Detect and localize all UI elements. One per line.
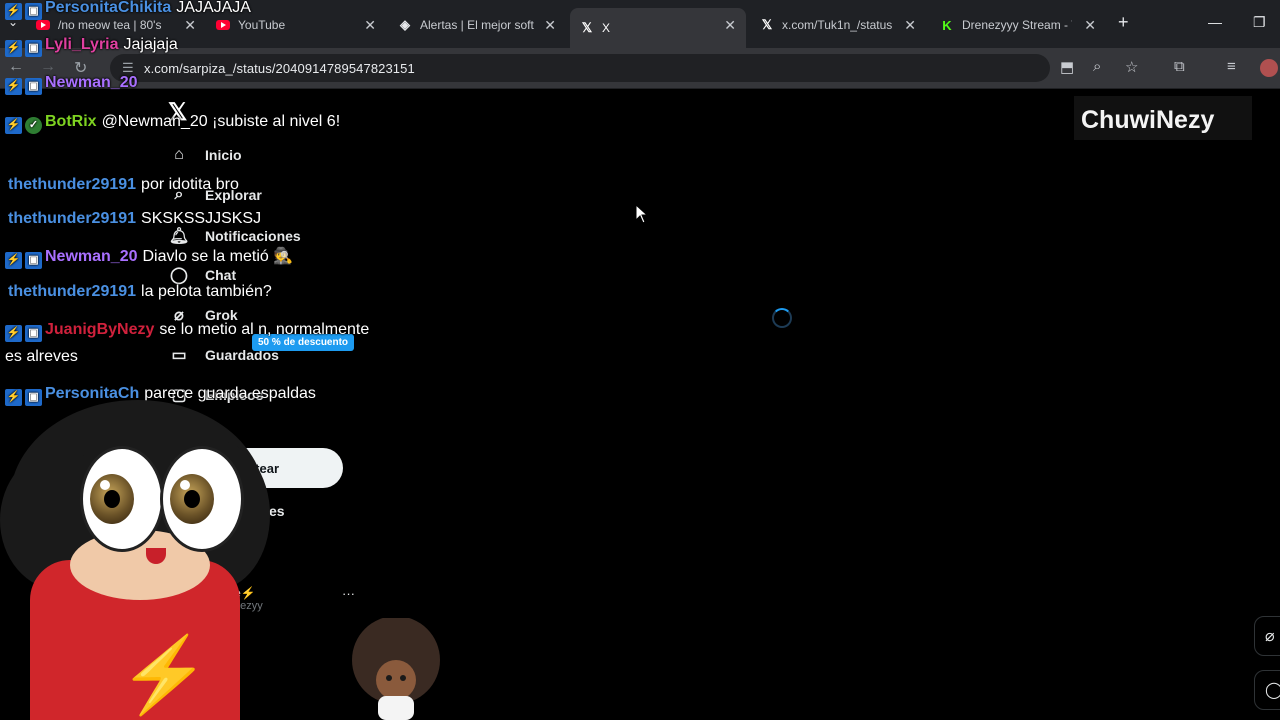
chat-message: thethunder29191 la pelota también?: [8, 283, 272, 300]
sub-badge-icon: ▣: [25, 40, 42, 57]
new-tab-button[interactable]: +: [1118, 12, 1129, 33]
tab-alertas[interactable]: ◈ Alertas | El mejor soft ✕: [398, 10, 556, 40]
zoom-icon[interactable]: ⌕: [1093, 58, 1101, 75]
mouse-cursor-icon: [635, 204, 649, 224]
alert-diamond-icon: ◈: [400, 17, 410, 32]
profile-avatar[interactable]: [1260, 59, 1278, 77]
chat-message: ⚡ ▣ JuanigByNezy se lo metio al n, normalme…: [5, 321, 370, 365]
sub-badge-icon: ▣: [25, 3, 42, 20]
prime-badge-icon: ⚡: [5, 117, 22, 134]
close-icon[interactable]: ✕: [724, 17, 736, 34]
verified-badge-icon: ✓: [25, 117, 42, 134]
x-logo-icon: 𝕏: [761, 17, 773, 32]
chat-message: ⚡ ✓ BotRix @Newman_20 ¡subiste al nivel 6!: [5, 108, 375, 135]
tab-x-status[interactable]: 𝕏 x.com/Tuk1n_/status ✕: [760, 10, 916, 40]
bookmark-star-icon[interactable]: ☆: [1125, 58, 1138, 76]
close-icon[interactable]: ✕: [904, 17, 916, 34]
account-menu-icon[interactable]: ···: [342, 586, 355, 601]
mini-avatar: [352, 618, 440, 720]
close-icon[interactable]: ✕: [544, 17, 556, 34]
loading-spinner-icon: [772, 308, 792, 328]
sub-badge-icon: ▣: [25, 78, 42, 95]
x-logo-icon: 𝕏: [581, 20, 593, 35]
grok-icon: ⌀: [1265, 628, 1275, 645]
media-control-icon[interactable]: ≡: [1227, 58, 1236, 75]
sub-badge-icon: ▣: [25, 389, 42, 406]
close-icon[interactable]: ✕: [1084, 17, 1096, 34]
install-app-icon[interactable]: ⬒: [1060, 58, 1074, 76]
tab-x-active[interactable]: 𝕏 X ✕: [570, 8, 746, 48]
restore-button[interactable]: ❐: [1253, 14, 1266, 31]
tab-drenezyyy-stream[interactable]: K Drenezyyy Stream - V ✕: [940, 10, 1096, 40]
chat-message: ⚡ ▣ Newman_20: [5, 69, 143, 96]
lightning-icon: ⚡: [118, 633, 211, 716]
prime-badge-icon: ⚡: [5, 3, 22, 20]
grok-floating-button[interactable]: ⌀: [1254, 616, 1280, 656]
chat-message: thethunder29191 SKSKSSJJSKSJ: [8, 210, 262, 227]
streamer-name: ChuwiNezy: [1081, 106, 1215, 134]
chat-message: thethunder29191 por idotita bro: [8, 176, 239, 193]
stream-chat-overlay: ⚡ ▣ PersonitaChikita JAJAJAJA ⚡ ▣ Lyli_Lyria J…: [0, 0, 380, 420]
extensions-icon[interactable]: ⧉: [1174, 58, 1185, 75]
prime-badge-icon: ⚡: [5, 252, 22, 269]
chat-message: ⚡ ▣ Lyli_Lyria Jajajaja: [5, 31, 178, 58]
sub-badge-icon: ▣: [25, 325, 42, 342]
prime-badge-icon: ⚡: [5, 389, 22, 406]
chat-message: ⚡ ▣ PersonitaChikita JAJAJAJA: [5, 0, 251, 21]
messages-floating-button[interactable]: ◯: [1254, 670, 1280, 710]
sub-badge-icon: ▣: [25, 252, 42, 269]
prime-badge-icon: ⚡: [5, 78, 22, 95]
prime-badge-icon: ⚡: [5, 40, 22, 57]
kick-icon: K: [942, 17, 952, 33]
chat-message: ⚡ ▣ Newman_20 Diavlo se la metió 🕵: [5, 243, 293, 270]
chat-icon: ◯: [1265, 682, 1280, 699]
minimize-button[interactable]: —: [1208, 14, 1222, 30]
prime-badge-icon: ⚡: [5, 325, 22, 342]
